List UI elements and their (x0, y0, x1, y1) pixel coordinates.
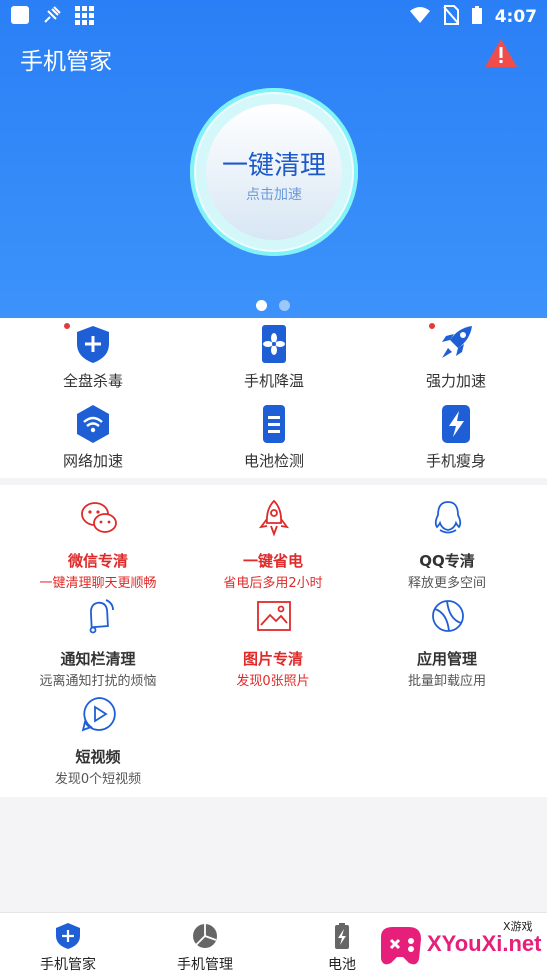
nav-label: 手机管理 (177, 957, 233, 973)
nav-label: 手机管家 (40, 957, 96, 973)
feature-title: 应用管理 (416, 650, 477, 668)
new-badge-dot (64, 323, 70, 329)
section-divider (0, 478, 547, 485)
pie-icon (191, 922, 219, 950)
status-time: 4:07 (494, 7, 537, 27)
satellite-icon (42, 5, 62, 29)
nav-phone-manager[interactable]: 手机管家 (13, 913, 123, 974)
feature-subtitle: 一键清理聊天更顺畅 (39, 576, 157, 591)
hero-banner: 4:07 手机管家 一键清理 点击加速 (0, 0, 547, 318)
video-play-icon (80, 695, 118, 733)
tool-label: 电池检测 (243, 452, 304, 470)
no-sim-icon (442, 5, 459, 29)
notification-square-icon (10, 5, 30, 29)
feature-subtitle: 省电后多用2小时 (223, 576, 323, 591)
gamepad-logo-icon (381, 927, 421, 965)
picture-icon (255, 597, 293, 635)
feature-title: QQ专清 (419, 552, 475, 570)
tool-label: 手机降温 (243, 372, 304, 390)
watermark-tag: X游戏 (503, 920, 533, 933)
qq-icon (429, 499, 467, 537)
grid-icon (74, 5, 94, 29)
status-bar: 4:07 (0, 0, 547, 30)
watermark-text: XYouXi.net (427, 931, 542, 956)
feature-subtitle: 释放更多空间 (407, 576, 486, 591)
feature-title: 图片专清 (242, 650, 303, 668)
battery-icon (328, 922, 356, 950)
rocket-icon (438, 324, 474, 364)
feature-subtitle: 远离通知打扰的烦恼 (39, 674, 157, 689)
warning-icon[interactable] (484, 37, 518, 69)
feature-title: 一键省电 (242, 552, 303, 570)
rocket-outline-icon (255, 499, 293, 537)
app-title: 手机管家 (20, 49, 112, 75)
shield-plus-icon (75, 324, 111, 364)
feature-title: 短视频 (75, 748, 121, 766)
feature-subtitle: 发现0张照片 (236, 674, 310, 689)
new-badge-dot (429, 323, 435, 329)
clean-button-title: 一键清理 (221, 151, 326, 181)
shield-plus-icon (54, 922, 82, 950)
lightning-icon (438, 404, 474, 444)
tool-label: 全盘杀毒 (62, 372, 123, 390)
feature-title: 微信专清 (67, 552, 128, 570)
battery-status-icon (471, 5, 483, 29)
feature-subtitle: 发现0个短视频 (54, 772, 142, 787)
phone-manager-screen: 4:07 手机管家 一键清理 点击加速 全盘杀毒 手机降温 强力加速 网络加速 … (0, 0, 547, 974)
tool-label: 强力加速 (425, 372, 486, 390)
page-indicator-2 (279, 300, 290, 311)
wifi-icon (409, 6, 431, 28)
wechat-icon (80, 499, 118, 537)
clean-button-subtitle: 点击加速 (246, 187, 302, 203)
tool-label: 手机瘦身 (425, 452, 486, 470)
page-indicator-1 (256, 300, 267, 311)
feature-title: 通知栏清理 (60, 650, 136, 668)
feature-subtitle: 批量卸载应用 (407, 674, 486, 689)
phone-fan-icon (256, 324, 292, 364)
apps-globe-icon (429, 597, 467, 635)
battery-list-icon (256, 404, 292, 444)
nav-phone-manage[interactable]: 手机管理 (150, 913, 260, 974)
bell-icon (80, 597, 118, 635)
tools-grid: 全盘杀毒 手机降温 强力加速 网络加速 电池检测 手机瘦身 (0, 318, 547, 478)
site-watermark: XYouXi.net X游戏 (375, 915, 545, 973)
features-grid: 微信专清 一键清理聊天更顺畅 一键省电 省电后多用2小时 QQ专清 释放更多空间… (0, 485, 547, 797)
tool-label: 网络加速 (62, 452, 123, 470)
wifi-hex-icon (75, 404, 111, 444)
